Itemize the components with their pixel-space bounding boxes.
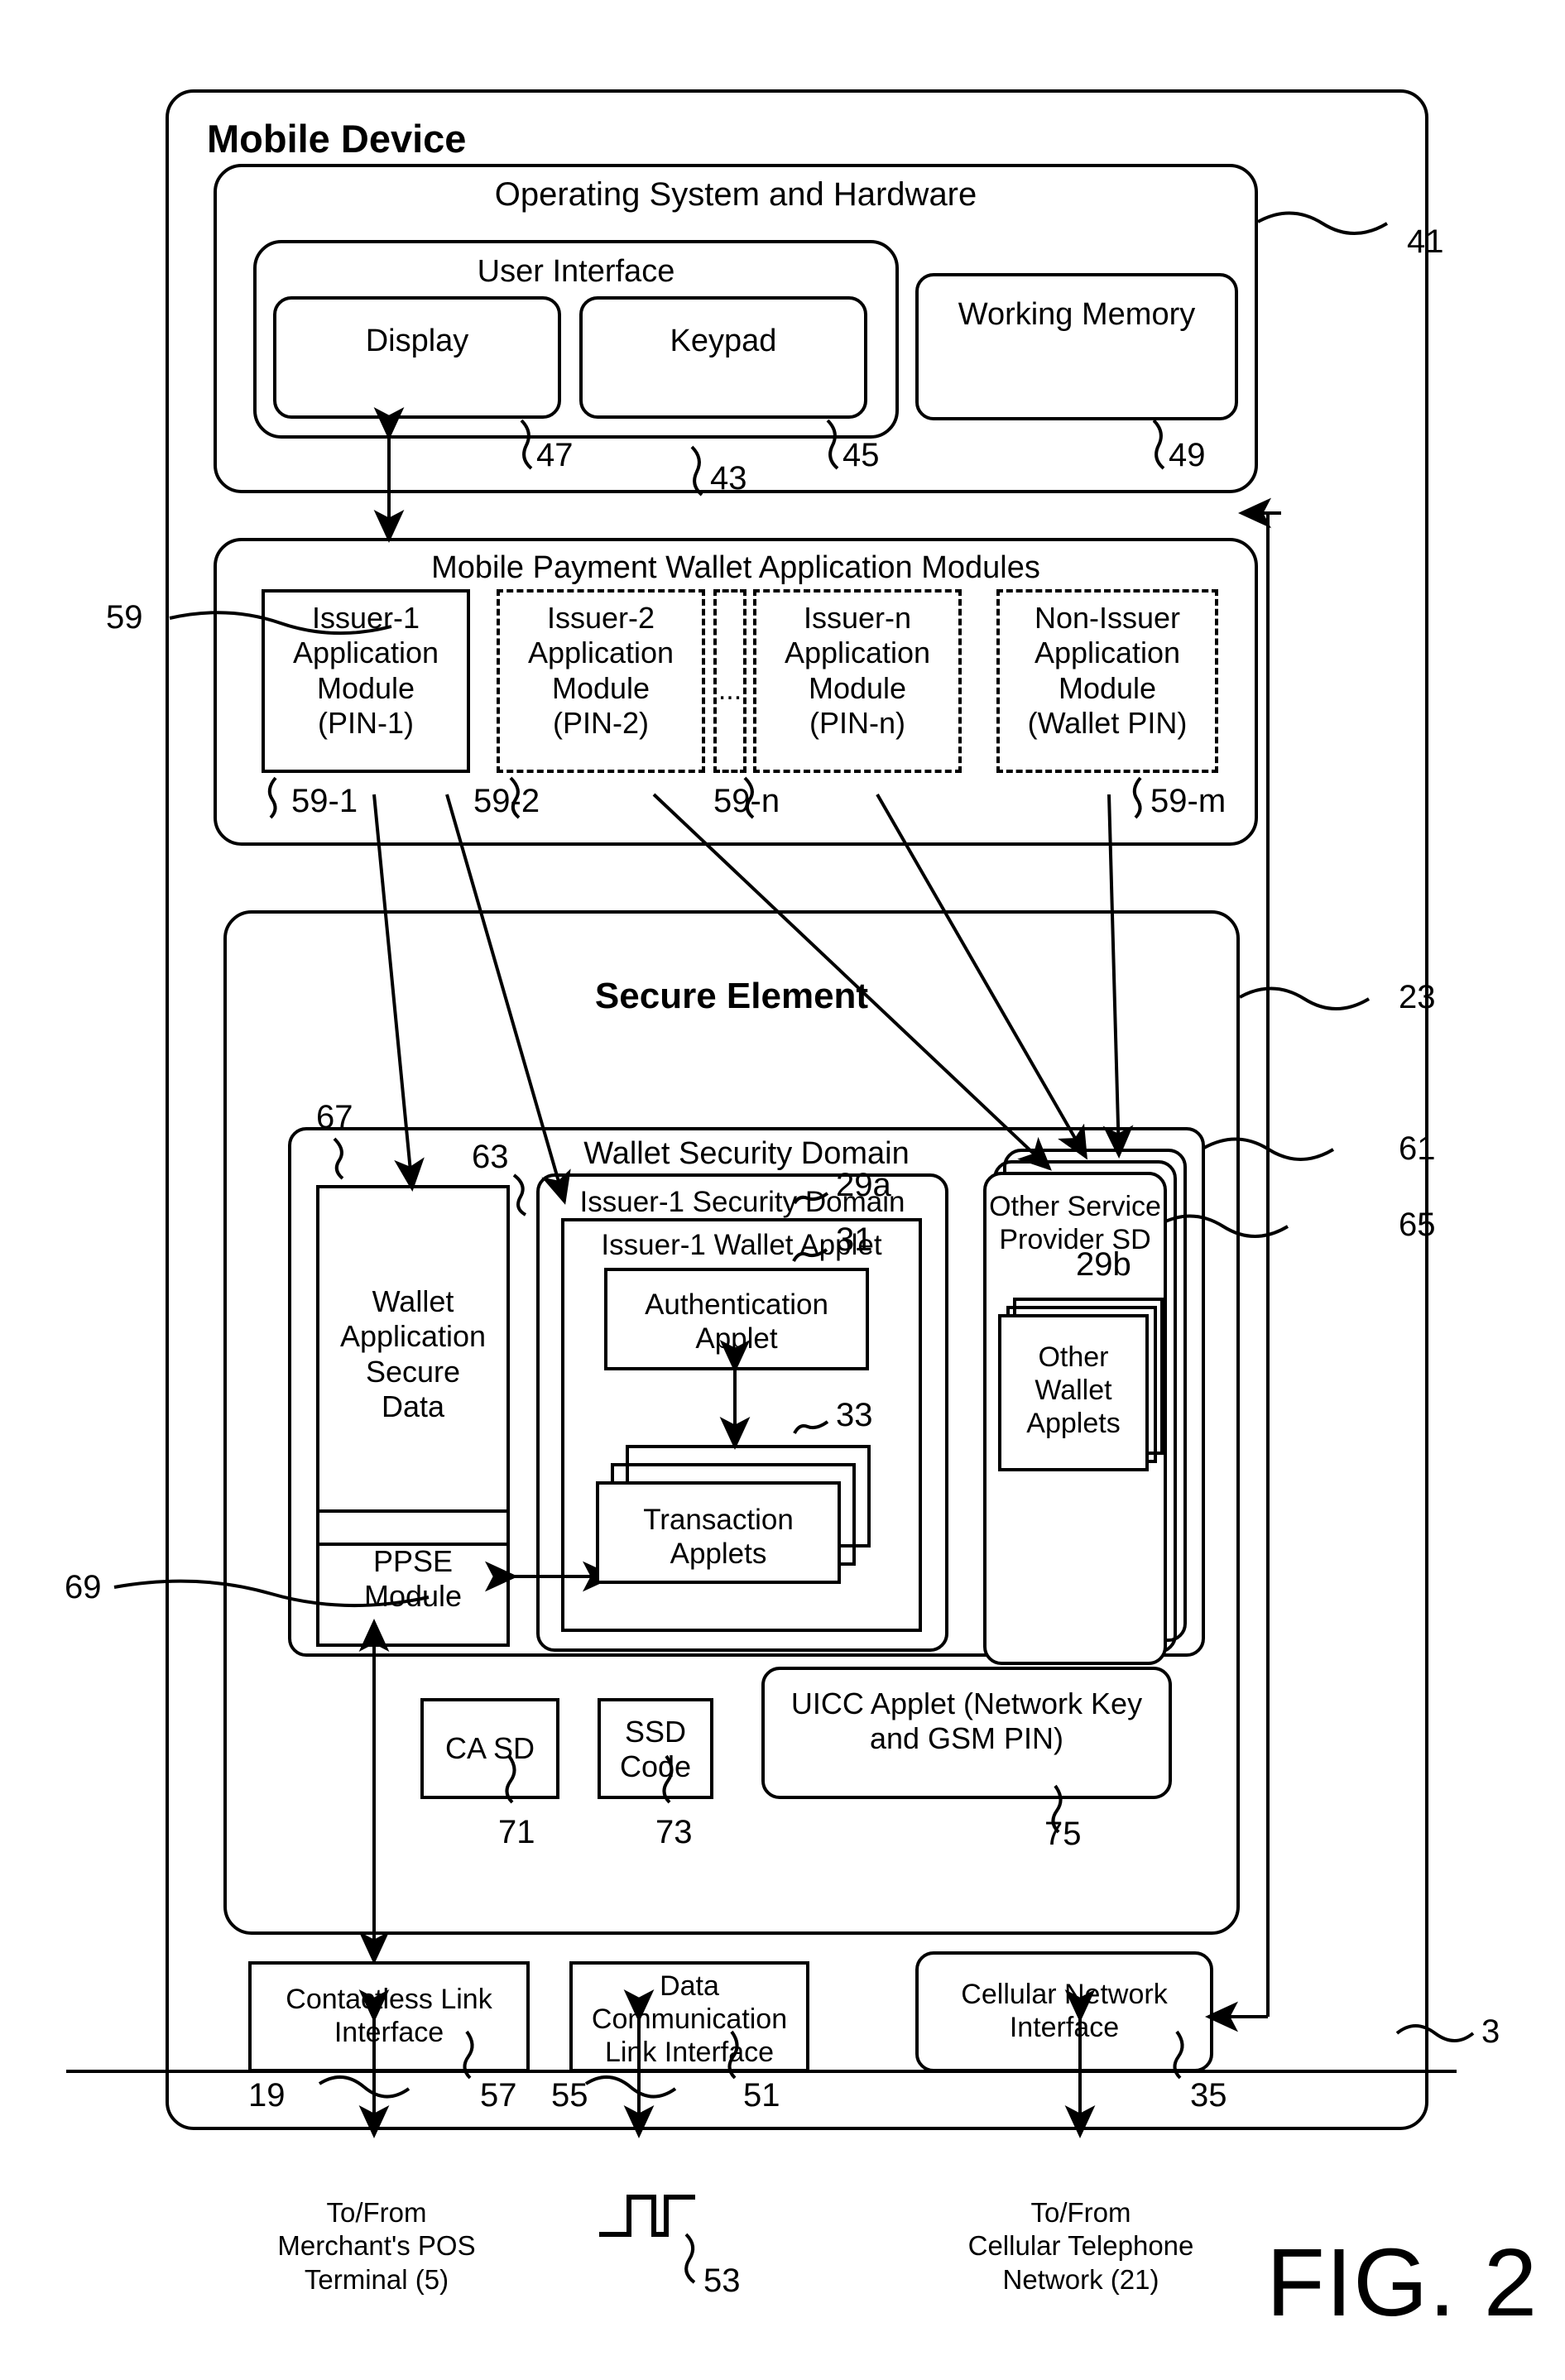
- ref-29b: 29b: [1076, 1246, 1131, 1283]
- ref-33: 33: [836, 1397, 873, 1433]
- ref-69: 69: [65, 1569, 102, 1605]
- ref-59-2: 59-2: [473, 783, 540, 819]
- ref-41: 41: [1407, 223, 1444, 260]
- ref-59-m: 59-m: [1150, 783, 1227, 819]
- ref-35: 35: [1190, 2077, 1227, 2114]
- display-label: Display: [365, 324, 469, 358]
- ref-45: 45: [843, 437, 880, 473]
- figure-label: FIG. 2: [1266, 2229, 1539, 2336]
- ppse-module-label: PPSE Module: [363, 1544, 463, 1614]
- ref-3: 3: [1481, 2013, 1500, 2050]
- secure-element-title: Secure Element: [594, 976, 869, 1016]
- ref-31: 31: [836, 1221, 873, 1258]
- other-wallet-applets-label: Other Wallet Applets: [1026, 1341, 1121, 1440]
- data-communication-link-interface-label: Data Communication Link Interface: [591, 1970, 788, 2069]
- ref-29a: 29a: [836, 1167, 891, 1203]
- ref-63: 63: [472, 1139, 509, 1175]
- module-label-issuer-1: Issuer-1 Application Module (PIN-1): [292, 601, 439, 741]
- module-label-issuer-n: Issuer-n Application Module (PIN-n): [784, 601, 931, 741]
- ref-61: 61: [1399, 1130, 1436, 1167]
- ref-55: 55: [551, 2077, 588, 2114]
- ref-65: 65: [1399, 1207, 1436, 1243]
- ref-23: 23: [1399, 979, 1436, 1015]
- ref-71: 71: [498, 1814, 535, 1850]
- wallet-application-secure-data-label: Wallet Application Secure Data: [339, 1284, 487, 1424]
- ref-53: 53: [703, 2262, 741, 2299]
- ref-75: 75: [1044, 1816, 1082, 1852]
- authentication-applet-label: Authentication Applet: [645, 1288, 828, 1356]
- other-service-provider-sd-title: Other Service Provider SD: [989, 1191, 1161, 1256]
- ref-59-n: 59-n: [713, 783, 780, 819]
- ref-47: 47: [536, 437, 574, 473]
- ref-43: 43: [710, 460, 747, 497]
- uicc-applet-label: UICC Applet (Network Key and GSM PIN): [790, 1687, 1143, 1756]
- ca-sd-label: CA SD: [444, 1731, 535, 1765]
- ref-57: 57: [480, 2077, 517, 2114]
- mobile-device-title: Mobile Device: [207, 117, 467, 161]
- module-label-non-issuer: Non-Issuer Application Module (Wallet PI…: [1027, 601, 1188, 741]
- wallet-app-modules-title: Mobile Payment Wallet Application Module…: [431, 550, 1040, 585]
- module-ellipsis: ...: [718, 674, 742, 706]
- working-memory-box: [915, 273, 1238, 420]
- ref-67: 67: [316, 1099, 353, 1135]
- user-interface-title: User Interface: [477, 254, 675, 289]
- module-label-issuer-2: Issuer-2 Application Module (PIN-2): [527, 601, 674, 741]
- figure-canvas: Mobile Device 3 Operating System and Har…: [0, 0, 1565, 2380]
- ref-59-1: 59-1: [291, 783, 358, 819]
- ssd-code-label: SSD Code: [619, 1715, 692, 1784]
- transaction-applets-label: Transaction Applets: [643, 1504, 794, 1571]
- keypad-label: Keypad: [670, 324, 777, 358]
- cellular-network-interface-label: Cellular Network Interface: [961, 1979, 1168, 2044]
- ref-73: 73: [655, 1814, 693, 1850]
- ref-19: 19: [248, 2077, 286, 2114]
- os-hardware-title: Operating System and Hardware: [494, 176, 977, 213]
- external-label-pos-terminal: To/From Merchant's POS Terminal (5): [277, 2197, 476, 2295]
- contactless-link-interface-label: Contactless Link Interface: [286, 1984, 492, 2049]
- external-label-cellular-network: To/From Cellular Telephone Network (21): [967, 2197, 1194, 2295]
- working-memory-label: Working Memory: [958, 297, 1196, 332]
- ref-49: 49: [1169, 437, 1206, 473]
- ref-51: 51: [743, 2077, 780, 2114]
- ref-59: 59: [106, 599, 143, 636]
